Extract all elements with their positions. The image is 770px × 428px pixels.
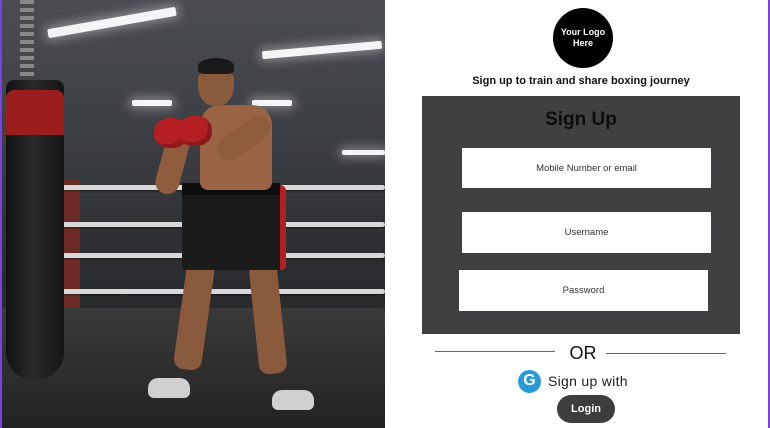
or-divider-left (435, 351, 555, 352)
username-input[interactable] (462, 212, 711, 253)
google-signup-link[interactable]: G Sign up with (518, 369, 628, 393)
punching-bag (6, 80, 64, 380)
login-button[interactable]: Login (557, 395, 615, 423)
password-input[interactable] (459, 270, 708, 311)
boxing-glove (178, 116, 212, 146)
ceiling-light (47, 6, 177, 39)
hero-boxer-image (2, 0, 385, 428)
punching-bag-band (6, 90, 64, 135)
boxer-shoe (148, 378, 190, 398)
boxer-shorts (182, 185, 286, 270)
tagline: Sign up to train and share boxing journe… (472, 75, 690, 87)
ceiling-light (261, 40, 383, 60)
boxer-shoe (272, 390, 314, 410)
logo-placeholder: Your Logo Here (553, 8, 613, 68)
boxer-hair (198, 58, 234, 74)
or-divider-text: OR (569, 343, 597, 363)
bag-chain (20, 0, 34, 82)
ceiling-light (342, 150, 385, 155)
google-signup-label: Sign up with (548, 373, 628, 389)
ceiling-light (132, 100, 172, 106)
mobile-or-email-input[interactable] (462, 148, 711, 188)
ring-rope (62, 289, 385, 294)
or-divider-right (606, 353, 726, 354)
google-icon: G (518, 369, 541, 393)
signup-title: Sign Up (545, 109, 617, 130)
